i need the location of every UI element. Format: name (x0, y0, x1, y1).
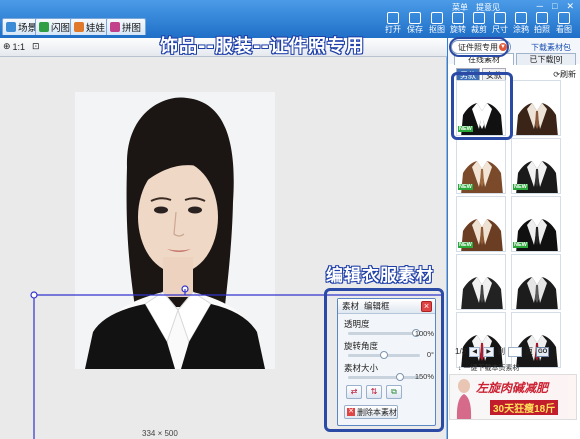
open-label: 打开 (385, 25, 401, 34)
suit-image (461, 277, 503, 309)
edit-panel-highlight (324, 288, 444, 432)
new-badge: NEW (513, 184, 528, 190)
material-thumbnail[interactable]: NEW (511, 138, 561, 194)
page-unit-label: 页 (525, 347, 534, 356)
doodle-icon (515, 12, 527, 24)
tab-puzzle[interactable]: 拼图 (106, 18, 147, 35)
refresh-button[interactable]: ⟳刷新 (553, 69, 576, 80)
material-thumbnail[interactable] (456, 254, 506, 310)
view-label: 看图 (556, 25, 572, 34)
prev-page-button[interactable]: ◀ (469, 346, 481, 357)
image-dimensions: 334 × 500 (142, 429, 178, 438)
suit-image (516, 277, 558, 309)
new-badge: NEW (458, 184, 473, 190)
material-thumbnail[interactable] (456, 312, 506, 368)
material-thumbnail[interactable]: NEW (456, 196, 506, 252)
save-label: 保存 (407, 25, 423, 34)
tab-label: 闪图 (51, 23, 71, 34)
zoom-in-button[interactable]: ⊕ 1:1 (3, 41, 25, 52)
annotation-edit-clothing: 编辑衣服素材 (325, 265, 434, 287)
doodle-button[interactable]: 涂鸦 (511, 12, 531, 35)
ad-model-image (456, 379, 472, 419)
tab-label: 拼图 (122, 23, 142, 34)
crop-button[interactable]: 裁剪 (469, 12, 489, 35)
advertisement-banner[interactable]: 左旋肉碱减肥 30天狂瘦18斤 (449, 374, 577, 420)
pagination: 1/3 ◀ ▶ 到 页 GO (455, 346, 550, 357)
material-thumbnail[interactable] (511, 80, 561, 136)
doll-icon (74, 22, 84, 32)
window-controls: ─ □ ✕ (537, 1, 574, 11)
rotate-icon (452, 12, 464, 24)
download-page-link[interactable]: ↓ 一键下载本页素材 (458, 363, 519, 373)
tab-doll[interactable]: 娃娃 (70, 18, 111, 35)
tab-flash[interactable]: 闪图 (35, 18, 76, 35)
page-input[interactable] (508, 346, 523, 357)
view-icon (558, 12, 570, 24)
suit-image (516, 335, 558, 367)
minimize-icon[interactable]: ─ (537, 1, 543, 11)
camera-icon (536, 12, 548, 24)
camera-button[interactable]: 拍照 (532, 12, 552, 35)
ad-headline: 左旋肉碱减肥 (476, 381, 549, 395)
close-icon[interactable]: ✕ (566, 1, 574, 11)
puzzle-icon (110, 22, 120, 32)
new-badge: NEW (458, 242, 473, 248)
crop-label: 裁剪 (471, 25, 487, 34)
resize-handle[interactable] (30, 291, 38, 299)
fit-window-icon: ⊡ (32, 41, 40, 51)
cutout-button[interactable]: 抠图 (427, 12, 447, 35)
annotation-accessories: 饰品--服装--证件照专用 (159, 35, 365, 58)
app-window: 场景 闪图 娃娃 拼图 菜单 提意见 ─ □ ✕ 打开 保存 抠图 旋转 裁剪 … (0, 0, 580, 439)
cutout-label: 抠图 (429, 25, 445, 34)
save-icon (409, 12, 421, 24)
flash-icon (39, 22, 49, 32)
suit-image (516, 103, 558, 135)
selected-thumbnail-highlight (451, 72, 513, 140)
camera-label: 拍照 (534, 25, 550, 34)
go-button[interactable]: GO (536, 346, 550, 357)
page-indicator: 1/3 (455, 347, 467, 356)
open-icon (387, 12, 399, 24)
tab-downloaded[interactable]: 已下载[9] (516, 53, 576, 65)
download-page-label: 一键下载本页素材 (463, 365, 520, 372)
maximize-icon[interactable]: □ (552, 1, 557, 11)
material-thumbnail[interactable] (511, 254, 561, 310)
size-button[interactable]: 尺寸 (490, 12, 510, 35)
refresh-label: 刷新 (560, 70, 576, 79)
open-button[interactable]: 打开 (383, 12, 403, 35)
new-badge: NEW (513, 242, 528, 248)
download-pack-link[interactable]: 下载素材包 (531, 42, 571, 53)
save-button[interactable]: 保存 (405, 12, 425, 35)
material-thumbnail[interactable] (511, 312, 561, 368)
doodle-label: 涂鸦 (513, 25, 529, 34)
ad-subline: 30天狂瘦18斤 (490, 400, 559, 415)
category-select-highlight (449, 37, 509, 57)
page-to-label: 到 (497, 347, 506, 356)
refresh-icon: ⟳ (553, 70, 560, 79)
fit-window-button[interactable]: ⊡ (32, 41, 40, 52)
next-page-button[interactable]: ▶ (483, 346, 495, 357)
zoom-icon: ⊕ (3, 41, 11, 51)
crop-icon (473, 12, 485, 24)
zoom-fit-label: 1:1 (12, 41, 26, 52)
rotate-button[interactable]: 旋转 (448, 12, 468, 35)
view-button[interactable]: 看图 (554, 12, 574, 35)
download-arrow-icon: ↓ (458, 365, 462, 372)
size-icon (494, 12, 506, 24)
suit-image (461, 335, 503, 367)
rotate-label: 旋转 (450, 25, 466, 34)
scene-icon (6, 22, 16, 32)
material-thumbnail[interactable]: NEW (456, 138, 506, 194)
cutout-icon (431, 12, 443, 24)
size-label: 尺寸 (492, 25, 508, 34)
tab-label: 娃娃 (86, 23, 106, 34)
material-thumbnail[interactable]: NEW (511, 196, 561, 252)
